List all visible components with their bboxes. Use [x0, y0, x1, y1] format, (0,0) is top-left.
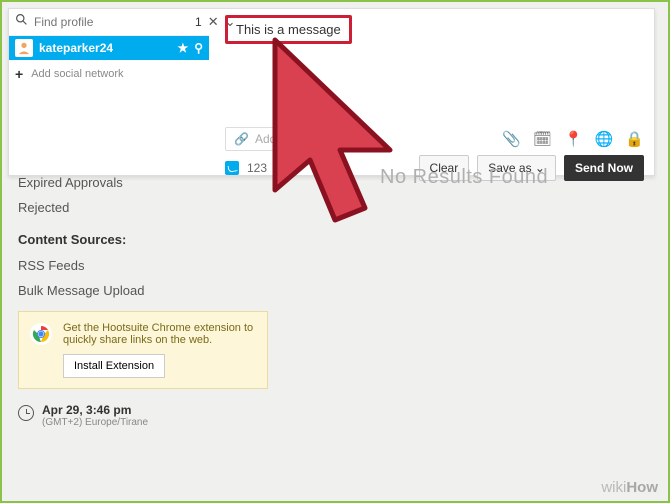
- link-row: 🔗 Add a link 📎 🗓 📍 🌐 🔒: [225, 127, 644, 151]
- plus-icon: +: [15, 66, 23, 82]
- sidebar: Expired Approvals Rejected Content Sourc…: [18, 170, 268, 428]
- wikihow-watermark: wikiHow: [601, 479, 658, 497]
- search-icon: [15, 13, 28, 31]
- message-text-highlight: This is a message: [225, 15, 352, 44]
- composer-card: 1 ✕ ⌄ kateparker24 ★ ⚲ + Add social netw…: [8, 8, 655, 176]
- star-icon[interactable]: ★: [177, 41, 188, 55]
- chrome-icon: [29, 322, 53, 346]
- chrome-promo: Get the Hootsuite Chrome extension to qu…: [18, 311, 268, 389]
- attachment-icon[interactable]: 📎: [502, 130, 521, 148]
- profile-search-input[interactable]: [34, 15, 189, 29]
- profile-count: 1: [195, 15, 202, 29]
- link-input[interactable]: 🔗 Add a link: [225, 127, 365, 151]
- sidebar-item-bulk[interactable]: Bulk Message Upload: [18, 278, 268, 303]
- link-icon: 🔗: [234, 132, 249, 146]
- message-area[interactable]: This is a message: [225, 15, 644, 44]
- sidebar-item-expired[interactable]: Expired Approvals: [18, 170, 268, 195]
- send-now-button[interactable]: Send Now: [564, 155, 644, 181]
- install-extension-button[interactable]: Install Extension: [63, 354, 165, 378]
- location-icon[interactable]: 📍: [564, 130, 583, 148]
- add-network-label: Add social network: [31, 68, 123, 80]
- sidebar-item-rss[interactable]: RSS Feeds: [18, 253, 268, 278]
- calendar-icon[interactable]: 🗓: [533, 130, 552, 148]
- timezone-zone: (GMT+2) Europe/Tirane: [42, 417, 148, 428]
- clear-search-icon[interactable]: ✕: [208, 14, 219, 30]
- link-placeholder: Add a link: [255, 132, 308, 146]
- profile-panel: 1 ✕ ⌄ kateparker24 ★ ⚲ + Add social netw…: [9, 9, 209, 88]
- profile-avatar: [15, 39, 33, 57]
- timezone-date: Apr 29, 3:46 pm: [42, 403, 148, 417]
- add-network-row[interactable]: + Add social network: [9, 60, 209, 88]
- selected-profile-chip[interactable]: kateparker24 ★ ⚲: [9, 36, 209, 60]
- clock-icon: [18, 405, 34, 421]
- profile-name: kateparker24: [39, 41, 113, 55]
- sidebar-item-rejected[interactable]: Rejected: [18, 195, 268, 220]
- content-sources-heading: Content Sources:: [18, 220, 268, 253]
- timezone-row[interactable]: Apr 29, 3:46 pm (GMT+2) Europe/Tirane: [18, 403, 268, 428]
- no-results-text: No Results Found: [380, 166, 548, 189]
- promo-text: Get the Hootsuite Chrome extension to qu…: [63, 322, 257, 346]
- lock-icon[interactable]: 🔒: [625, 130, 644, 148]
- pin-icon[interactable]: ⚲: [194, 41, 203, 55]
- globe-icon[interactable]: 🌐: [595, 130, 614, 148]
- profile-search-row: 1 ✕ ⌄: [9, 9, 209, 36]
